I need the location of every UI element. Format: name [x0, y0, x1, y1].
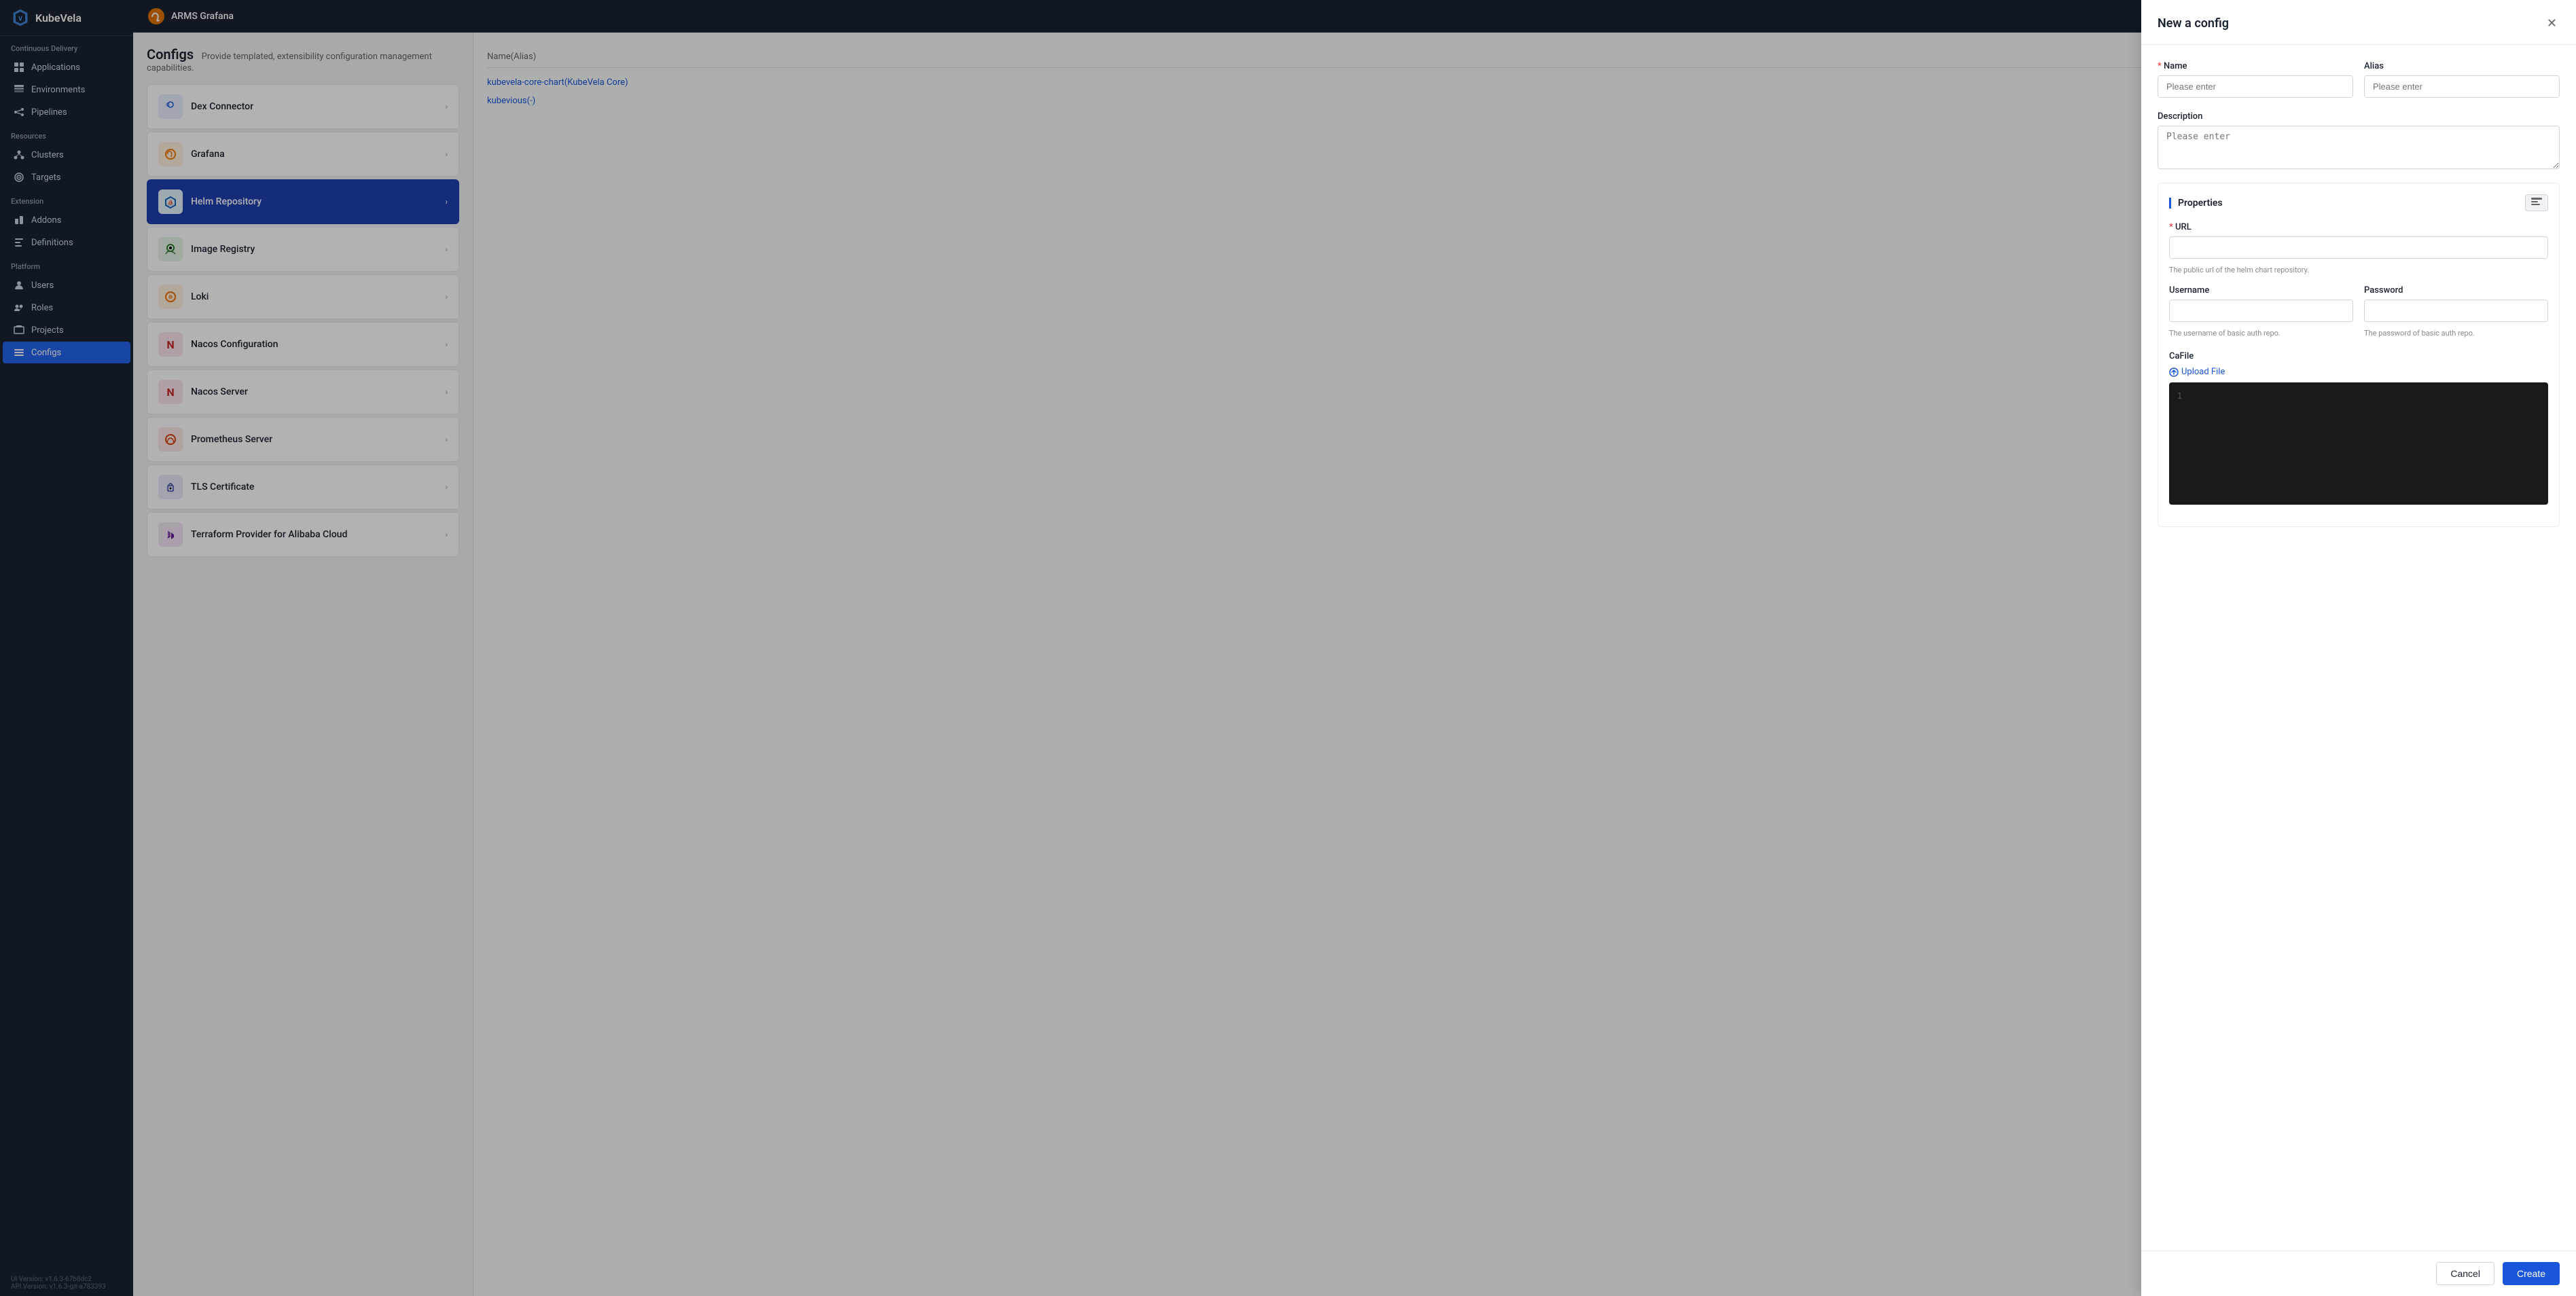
cafile-label: CaFile	[2169, 351, 2548, 361]
upload-icon	[2169, 367, 2179, 377]
description-label: Description	[2158, 111, 2560, 122]
alias-input[interactable]	[2364, 75, 2560, 98]
alias-label: Alias	[2364, 61, 2560, 71]
username-hint: The username of basic auth repo.	[2169, 329, 2353, 338]
properties-section: Properties URL The public url of the hel…	[2158, 183, 2560, 527]
cafile-section: CaFile Upload File 1	[2169, 351, 2548, 505]
password-hint: The password of basic auth repo.	[2364, 329, 2548, 338]
name-input[interactable]	[2158, 75, 2353, 98]
password-group: Password The password of basic auth repo…	[2364, 285, 2548, 338]
toggle-icon	[2531, 198, 2542, 206]
username-password-row: Username The username of basic auth repo…	[2169, 285, 2548, 338]
modal-close-button[interactable]: ✕	[2544, 14, 2560, 33]
url-input[interactable]	[2169, 236, 2548, 259]
code-line-number: 1	[2177, 391, 2182, 401]
modal-footer: Cancel Create	[2141, 1250, 2576, 1296]
username-group: Username The username of basic auth repo…	[2169, 285, 2353, 338]
name-group: Name	[2158, 61, 2353, 98]
password-input[interactable]	[2364, 300, 2548, 322]
code-editor[interactable]: 1	[2169, 382, 2548, 505]
modal-overlay[interactable]: New a config ✕ Name Alias Description	[0, 0, 2576, 1296]
upload-file-link[interactable]: Upload File	[2169, 367, 2548, 377]
properties-toggle-button[interactable]	[2525, 194, 2548, 211]
url-group: URL The public url of the helm chart rep…	[2169, 222, 2548, 274]
username-input[interactable]	[2169, 300, 2353, 322]
description-input[interactable]	[2158, 126, 2560, 169]
url-label: URL	[2169, 222, 2548, 232]
username-label: Username	[2169, 285, 2353, 295]
modal-header: New a config ✕	[2141, 0, 2576, 45]
alias-group: Alias	[2364, 61, 2560, 98]
name-alias-row: Name Alias	[2158, 61, 2560, 98]
description-group: Description	[2158, 111, 2560, 169]
properties-header: Properties	[2169, 194, 2548, 211]
password-label: Password	[2364, 285, 2548, 295]
cancel-button[interactable]: Cancel	[2436, 1262, 2494, 1285]
modal-body: Name Alias Description Properties	[2141, 45, 2576, 1250]
name-label: Name	[2158, 61, 2353, 71]
create-button[interactable]: Create	[2503, 1262, 2560, 1285]
new-config-modal: New a config ✕ Name Alias Description	[2141, 0, 2576, 1296]
modal-title: New a config	[2158, 16, 2229, 31]
properties-title: Properties	[2169, 198, 2223, 209]
url-hint: The public url of the helm chart reposit…	[2169, 266, 2548, 274]
